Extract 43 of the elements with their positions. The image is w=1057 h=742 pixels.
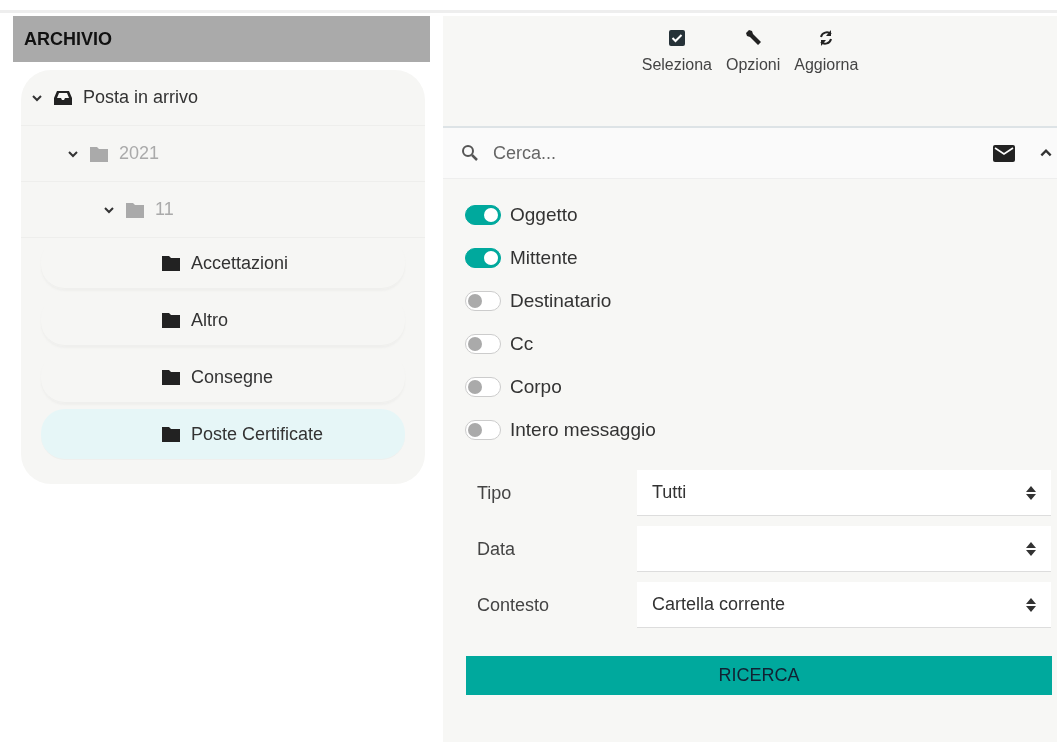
toggle-label: Corpo (510, 376, 562, 398)
toggle-switch[interactable] (465, 248, 501, 268)
folder-icon (161, 254, 181, 272)
filter-label: Data (477, 538, 517, 560)
toggle-switch[interactable] (465, 205, 501, 225)
tree-item[interactable]: Posta in arrivo (21, 70, 425, 126)
checkbox-icon (666, 28, 687, 48)
toolbar-button[interactable]: Aggiorna (794, 28, 859, 74)
inbox-icon (53, 88, 73, 107)
search-field[interactable]: Cerca... (491, 141, 981, 165)
sort-arrows-icon (1025, 540, 1037, 557)
select-field[interactable]: Tutti (637, 470, 1051, 516)
archive-header: ARCHIVIO (13, 16, 430, 62)
search-icon (461, 144, 479, 162)
select-field[interactable]: Cartella corrente (637, 582, 1051, 628)
sort-arrows-icon (1025, 484, 1037, 501)
tree-item[interactable]: Consegne (41, 352, 405, 403)
search-bar[interactable]: Cerca... (443, 128, 1057, 179)
filter-label: Tipo (477, 482, 513, 504)
toolbar-button[interactable]: Opzioni (726, 28, 781, 74)
toggle-switch[interactable] (465, 377, 501, 397)
toggle-label: Cc (510, 333, 534, 355)
toggle-label: Intero messaggio (510, 419, 656, 441)
tree-item[interactable]: Accettazioni (41, 238, 405, 289)
search-button[interactable]: RICERCA (466, 656, 1052, 695)
select-field[interactable] (637, 526, 1051, 572)
toggle-label: Oggetto (510, 204, 578, 226)
folder-icon (161, 311, 181, 329)
toggle-switch[interactable] (465, 420, 501, 440)
sort-arrows-icon (1025, 596, 1037, 613)
tree-item[interactable]: Altro (41, 295, 405, 346)
envelope-icon[interactable] (993, 144, 1015, 162)
filter-label: Contesto (477, 594, 551, 616)
folder-icon (161, 368, 181, 386)
toggle-label: Destinatario (510, 290, 612, 312)
toggle-label: Mittente (510, 247, 578, 269)
tree-item[interactable]: Poste Certificate (41, 409, 405, 460)
toggle-switch[interactable] (465, 334, 501, 354)
folder-icon (125, 200, 145, 219)
folder-icon (89, 144, 109, 163)
folder-icon (161, 425, 181, 443)
toolbar-button[interactable]: Seleziona (641, 28, 712, 74)
toggle-switch[interactable] (465, 291, 501, 311)
